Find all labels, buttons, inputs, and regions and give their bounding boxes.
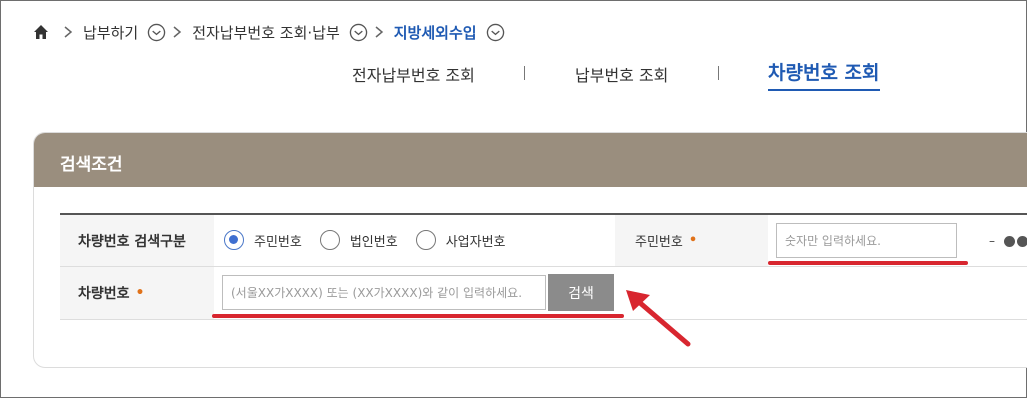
vehicle-number-label-text: 차량번호 [78, 286, 130, 302]
resident-number-input[interactable] [776, 223, 957, 258]
chevron-down-circle-icon[interactable] [147, 23, 166, 42]
radio-corporate-number[interactable]: 법인번호 [319, 230, 398, 250]
search-table: 차량번호 검색구분 주민번호 법인번호 사업자번호 주민번호 • 숫자만 입력하… [60, 213, 1027, 320]
radio-label: 법인번호 [349, 234, 398, 250]
dash-separator: – [989, 234, 995, 248]
radio-business-number[interactable]: 사업자번호 [415, 230, 506, 250]
tab-pay-number[interactable]: 납부번호 조회 [575, 62, 668, 86]
search-panel: 검색조건 차량번호 검색구분 주민번호 법인번호 사업자번호 주민번호 • 숫자… [33, 132, 1027, 368]
vehicle-number-input[interactable] [222, 275, 546, 310]
radio-dot[interactable] [319, 230, 340, 250]
search-button[interactable]: 검색 [548, 274, 614, 311]
chevron-down-circle-icon[interactable] [486, 23, 505, 42]
radio-label: 주민번호 [254, 234, 302, 250]
search-type-radios: 주민번호 법인번호 사업자번호 [224, 230, 524, 250]
sub-tabs: 전자납부번호 조회 납부번호 조회 차량번호 조회 [0, 56, 1027, 96]
required-marker: • [135, 285, 145, 301]
radio-dot[interactable] [415, 230, 436, 250]
panel-title: 검색조건 [34, 133, 1027, 187]
radio-label: 사업자번호 [445, 234, 506, 250]
breadcrumb-item-local-revenue[interactable]: 지방세외수입 [394, 22, 477, 43]
tab-divider [718, 66, 719, 80]
chevron-right-icon [64, 26, 73, 38]
annotation-arrow-icon [626, 290, 691, 347]
tab-epay-number[interactable]: 전자납부번호 조회 [352, 62, 475, 86]
search-type-label: 차량번호 검색구분 [60, 215, 214, 266]
table-row: 차량번호 검색구분 주민번호 법인번호 사업자번호 주민번호 • 숫자만 입력하… [60, 213, 1027, 267]
breadcrumb: 납부하기 전자납부번호 조회·납부 지방세외수입 [33, 18, 505, 46]
resident-number-label: 주민번호 • [615, 215, 768, 266]
chevron-down-circle-icon[interactable] [349, 23, 368, 42]
tab-vehicle-number[interactable]: 차량번호 조회 [768, 58, 880, 91]
radio-dot-checked[interactable] [224, 230, 244, 250]
breadcrumb-item-epay[interactable]: 전자납부번호 조회·납부 [192, 22, 340, 43]
chevron-right-icon [375, 26, 383, 38]
required-marker: • [688, 233, 698, 248]
radio-resident-number[interactable]: 주민번호 [224, 230, 302, 250]
annotation-underline [768, 261, 968, 265]
home-icon[interactable] [33, 24, 49, 40]
vehicle-number-label: 차량번호 • [60, 267, 214, 319]
masked-digits [1004, 236, 1027, 247]
breadcrumb-item-pay[interactable]: 납부하기 [83, 22, 138, 43]
chevron-right-icon [173, 26, 182, 38]
search-type-label-text: 차량번호 검색구분 [78, 233, 186, 250]
annotation-underline [212, 314, 624, 318]
tab-divider [524, 66, 525, 80]
table-row: 차량번호 • 검색 [60, 267, 1027, 320]
resident-number-label-text: 주민번호 [635, 235, 683, 250]
